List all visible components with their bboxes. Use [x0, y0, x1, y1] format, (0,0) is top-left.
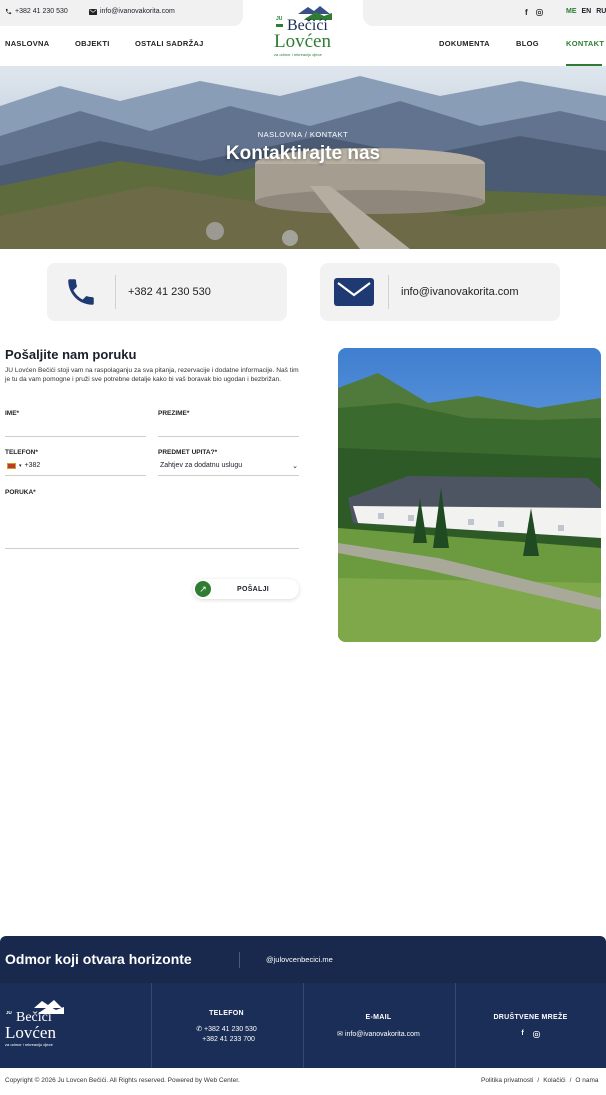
- email-card[interactable]: info@ivanovakorita.com: [320, 263, 560, 321]
- site-logo[interactable]: JU Bečići Lovćen za odmor i rekreaciju d…: [268, 4, 338, 60]
- lang-ru[interactable]: RU: [596, 8, 606, 15]
- chevron-down-icon: ⌄: [292, 463, 298, 470]
- email-card-text: info@ivanovakorita.com: [401, 286, 519, 298]
- footer-legal-links: Politika privatnosti / Kolačići / O nama: [481, 1077, 599, 1084]
- link-privacy-policy[interactable]: Politika privatnosti: [481, 1077, 533, 1084]
- phone-card-text: +382 41 230 530: [128, 286, 211, 298]
- facebook-icon[interactable]: f: [521, 1030, 523, 1038]
- lang-me[interactable]: ME: [566, 8, 577, 15]
- subject-label: PREDMET UPITA?*: [158, 449, 218, 456]
- form-title: Pošaljite nam poruku: [5, 347, 137, 362]
- top-phone-text: +382 41 230 530: [15, 8, 68, 15]
- phone-country-select[interactable]: ▾ +382: [7, 462, 40, 469]
- phone-card[interactable]: +382 41 230 530: [47, 263, 287, 321]
- mail-icon: ✉: [337, 1031, 344, 1038]
- nav-ostali-sadrzaj[interactable]: OSTALI SADRŽAJ: [135, 39, 204, 48]
- top-email-link[interactable]: info@ivanovakorita.com: [89, 8, 175, 15]
- building-photo: [338, 348, 601, 642]
- message-label: PORUKA*: [5, 489, 36, 496]
- link-cookies[interactable]: Kolačići: [543, 1077, 565, 1084]
- top-phone-link[interactable]: +382 41 230 530: [5, 8, 68, 15]
- logo-tagline: za odmor i rekreaciju djece: [274, 52, 322, 57]
- footer-social-links: f: [455, 1030, 606, 1038]
- instagram-icon[interactable]: [532, 1031, 540, 1038]
- phone-icon: ✆: [196, 1026, 203, 1033]
- form-description: JU Lovćen Bečići stoji vam na raspolagan…: [5, 367, 299, 383]
- copyright-text: Copyright © 2026 Ju Lovcen Bečići. All R…: [5, 1077, 240, 1084]
- phone-field[interactable]: [5, 475, 146, 476]
- language-switcher: ME EN RU: [566, 8, 606, 15]
- montenegro-flag-icon: [7, 462, 16, 469]
- instagram-icon[interactable]: [535, 9, 543, 16]
- footer-phone-heading: TELEFON: [209, 1010, 244, 1017]
- phone-label: TELEFON*: [5, 449, 38, 456]
- phone-icon: [68, 279, 94, 305]
- footer-phone-2[interactable]: +382 41 233 700: [153, 1035, 304, 1045]
- mail-icon: [334, 278, 374, 306]
- last-name-label: PREZIME*: [158, 410, 190, 417]
- chevron-down-icon: ▾: [19, 462, 22, 469]
- logo-prefix: JU: [276, 16, 283, 22]
- subject-field-line: [158, 475, 299, 476]
- top-social-links: f: [525, 8, 543, 17]
- nav-dokumenta[interactable]: DOKUMENTA: [439, 39, 490, 48]
- footer-email-link[interactable]: ✉ info@ivanovakorita.com: [303, 1030, 454, 1040]
- subject-select[interactable]: Zahtjev za dodatnu uslugu ⌄: [160, 462, 298, 470]
- first-name-field[interactable]: [5, 436, 146, 437]
- first-name-label: IME*: [5, 410, 20, 417]
- footer-logo-tagline: za odmor i rekreaciju djece: [5, 1042, 53, 1047]
- footer-social-heading: DRUŠTVENE MREŽE: [493, 1014, 568, 1021]
- send-button[interactable]: ↗ POŠALJI: [193, 579, 299, 599]
- breadcrumb[interactable]: NASLOVNA / KONTAKT: [0, 130, 606, 139]
- footer-logo-prefix: JU: [6, 1010, 12, 1015]
- footer-email-heading: E-MAIL: [365, 1014, 392, 1021]
- nav-naslovna[interactable]: NASLOVNA: [5, 39, 50, 48]
- last-name-field[interactable]: [158, 436, 299, 437]
- footer-logo[interactable]: JU Bečići Lovćen za odmor i rekreaciju d…: [4, 998, 68, 1054]
- footer-slogan: Odmor koji otvara horizonte: [5, 951, 192, 967]
- message-field[interactable]: [5, 548, 299, 549]
- nav-objekti[interactable]: OBJEKTI: [75, 39, 110, 48]
- logo-line2: Lovćen: [274, 31, 331, 52]
- phone-icon: [5, 8, 12, 15]
- hero-banner: NASLOVNA / KONTAKT Kontaktirajte nas: [0, 66, 606, 249]
- subject-selected-value: Zahtjev za dodatnu uslugu: [160, 462, 243, 469]
- nav-blog[interactable]: BLOG: [516, 39, 539, 48]
- arrow-up-right-icon: ↗: [195, 581, 211, 597]
- facebook-icon[interactable]: f: [525, 8, 528, 17]
- phone-prefix-value: +382: [24, 462, 41, 469]
- mail-icon: [89, 8, 97, 15]
- footer-social-handle[interactable]: @julovcenbecici.me: [266, 955, 333, 964]
- lang-en[interactable]: EN: [582, 8, 592, 15]
- top-email-text: info@ivanovakorita.com: [100, 8, 175, 15]
- page-title: Kontaktirajte nas: [225, 143, 381, 164]
- send-button-label: POŠALJI: [237, 585, 270, 593]
- footer-logo-line2: Lovćen: [5, 1023, 56, 1042]
- footer-phone-1[interactable]: ✆ +382 41 230 530: [151, 1025, 302, 1035]
- link-about-us[interactable]: O nama: [575, 1077, 598, 1084]
- nav-kontakt[interactable]: KONTAKT: [566, 39, 604, 48]
